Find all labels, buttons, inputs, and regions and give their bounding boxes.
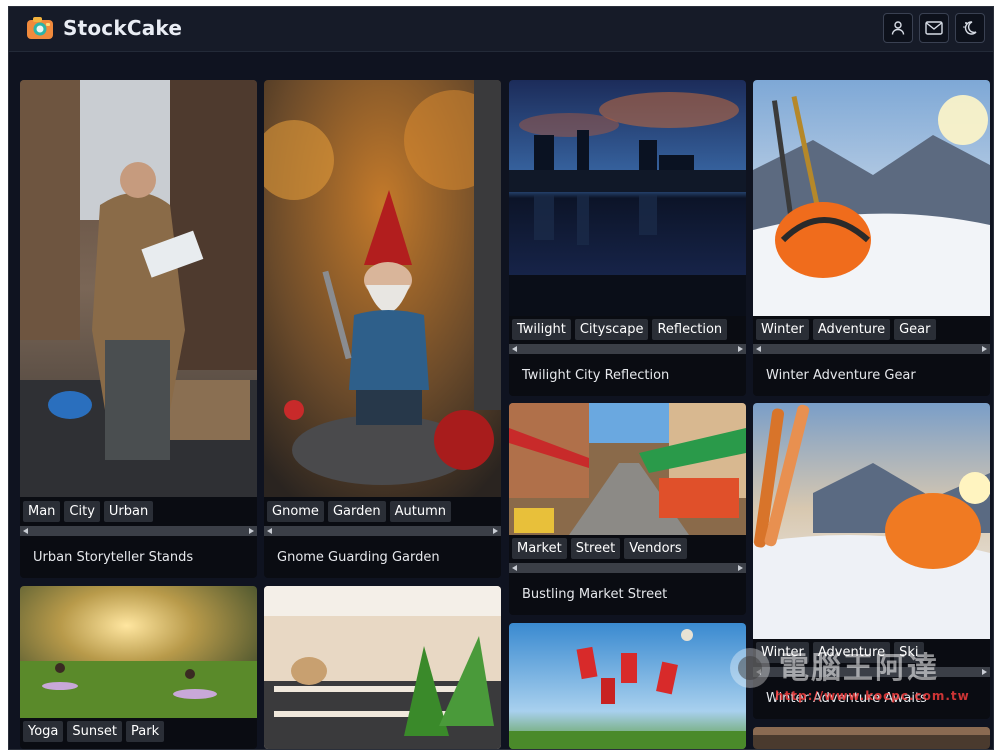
tag-scrollbar[interactable] (264, 526, 501, 536)
image-card-twilight[interactable]: Twilight Cityscape Reflection Twilight C… (509, 80, 746, 396)
camera-logo-icon[interactable] (25, 15, 55, 41)
card-image-winter-gear (753, 80, 990, 316)
tag[interactable]: Urban (103, 501, 154, 522)
card-title[interactable]: Winter Adventure Gear (766, 368, 916, 383)
tag[interactable]: Man (23, 501, 61, 522)
watermark-text: 電腦王阿達 (779, 651, 939, 686)
card-title[interactable]: Bustling Market Street (522, 587, 667, 602)
card-image-gnome (264, 80, 501, 497)
tag-scrollbar[interactable] (509, 563, 746, 573)
scroll-left-icon[interactable] (512, 346, 517, 352)
scroll-left-icon[interactable] (756, 346, 761, 352)
tag[interactable]: Market (512, 538, 567, 559)
tag[interactable]: Street (570, 538, 621, 559)
card-image-urban (20, 80, 257, 497)
brand-name[interactable]: StockCake (63, 16, 182, 40)
tag[interactable]: Garden (327, 501, 386, 522)
tag[interactable]: Reflection (652, 319, 728, 340)
card-image-store (264, 586, 501, 749)
tag-scrollbar[interactable] (509, 344, 746, 354)
scroll-right-icon[interactable] (982, 669, 987, 675)
card-image-yoga (20, 586, 257, 718)
tag[interactable]: Cityscape (574, 319, 649, 340)
image-card-partial[interactable] (753, 727, 990, 749)
watermark-logo-icon (730, 648, 770, 688)
tag[interactable]: Autumn (389, 501, 451, 522)
watermark-url: http://www.kocpc.com.tw (775, 689, 970, 703)
scroll-right-icon[interactable] (982, 346, 987, 352)
tag[interactable]: Gear (894, 319, 936, 340)
scroll-right-icon[interactable] (738, 565, 743, 571)
scroll-right-icon[interactable] (493, 528, 498, 534)
image-card-market[interactable]: Market Street Vendors Bustling Market St… (509, 403, 746, 615)
user-icon (891, 21, 905, 35)
tag-scrollbar[interactable] (753, 344, 990, 354)
image-card-gnome[interactable]: Gnome Garden Autumn Gnome Guarding Garde… (264, 80, 501, 578)
card-image-partial (753, 727, 990, 749)
image-card-winter-gear[interactable]: Winter Adventure Gear Winter Adventure G… (753, 80, 990, 396)
tag[interactable]: Sunset (67, 721, 122, 742)
app-window: StockCake Man City Urban Urban Storytell… (8, 6, 994, 750)
image-card-soccer[interactable] (509, 623, 746, 749)
image-card-urban[interactable]: Man City Urban Urban Storyteller Stands (20, 80, 257, 578)
card-image-ski (753, 403, 990, 639)
card-image-market (509, 403, 746, 535)
tag[interactable]: Yoga (23, 721, 64, 742)
card-title[interactable]: Twilight City Reflection (522, 368, 669, 383)
scroll-right-icon[interactable] (738, 346, 743, 352)
tag[interactable]: Gnome (267, 501, 324, 522)
image-card-yoga[interactable]: Yoga Sunset Park (20, 586, 257, 749)
scroll-left-icon[interactable] (23, 528, 28, 534)
watermark: 電腦王阿達 http://www.kocpc.com.tw (727, 639, 977, 709)
card-image-soccer (509, 623, 746, 749)
tag[interactable]: Twilight (512, 319, 571, 340)
scroll-left-icon[interactable] (267, 528, 272, 534)
card-title[interactable]: Gnome Guarding Garden (277, 550, 440, 565)
top-bar: StockCake (9, 7, 993, 52)
mail-icon (925, 21, 943, 35)
theme-toggle-icon (963, 21, 977, 35)
tag-scrollbar[interactable] (20, 526, 257, 536)
tag[interactable]: City (64, 501, 100, 522)
account-button[interactable] (883, 13, 913, 43)
contact-button[interactable] (919, 13, 949, 43)
tag[interactable]: Park (126, 721, 165, 742)
card-image-twilight (509, 80, 746, 316)
scroll-right-icon[interactable] (249, 528, 254, 534)
tag[interactable]: Winter (756, 319, 809, 340)
tag[interactable]: Adventure (812, 319, 891, 340)
image-card-store[interactable] (264, 586, 501, 749)
scroll-left-icon[interactable] (512, 565, 517, 571)
theme-toggle-button[interactable] (955, 13, 985, 43)
tag[interactable]: Vendors (624, 538, 687, 559)
card-title[interactable]: Urban Storyteller Stands (33, 550, 193, 565)
